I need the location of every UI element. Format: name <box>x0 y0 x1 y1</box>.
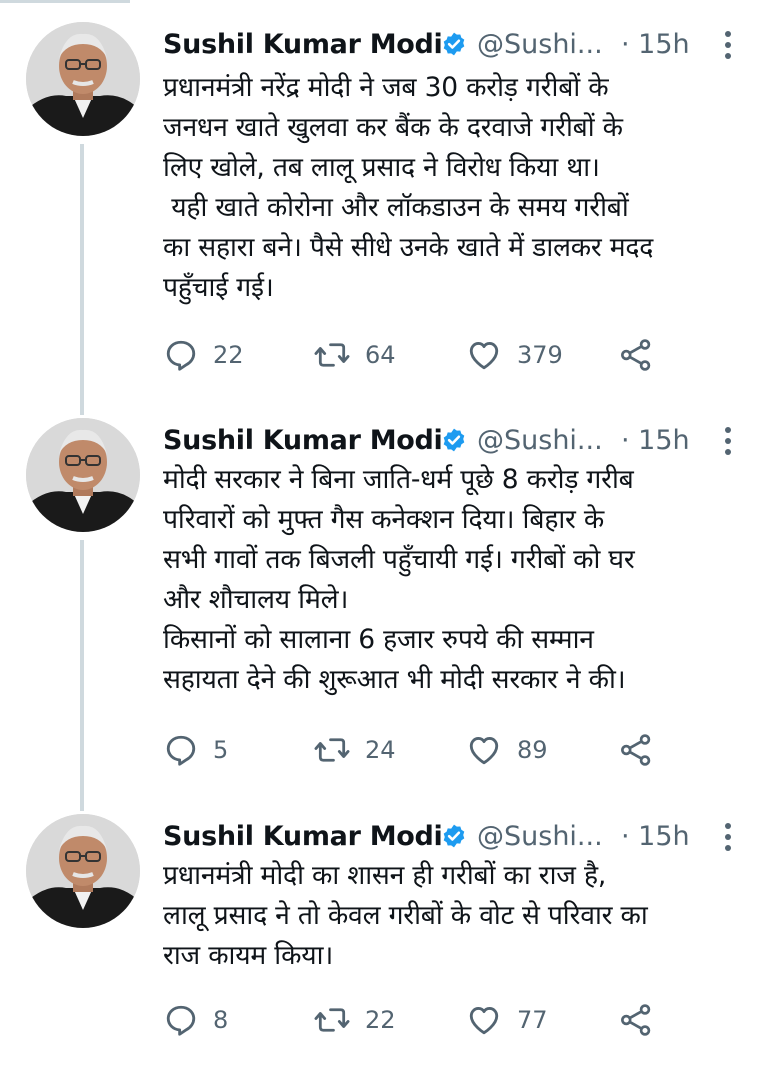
reply-icon <box>166 735 196 766</box>
retweet-button[interactable]: 22 <box>313 1000 396 1040</box>
like-icon <box>469 342 499 370</box>
verified-badge-icon <box>443 428 465 452</box>
thread-line <box>80 144 84 415</box>
thread-connector-top <box>0 0 130 3</box>
author-handle[interactable]: @Sushi... <box>477 418 603 464</box>
more-options-icon[interactable] <box>718 28 738 62</box>
reply-button[interactable]: 22 <box>163 335 244 375</box>
share-icon <box>621 1004 651 1036</box>
retweet-icon <box>314 1008 350 1032</box>
retweet-count: 64 <box>365 341 396 369</box>
reply-button[interactable]: 8 <box>163 1000 228 1040</box>
retweet-count: 24 <box>365 736 396 764</box>
avatar[interactable] <box>26 418 140 532</box>
retweet-count: 22 <box>365 1006 396 1034</box>
like-icon <box>469 737 499 765</box>
like-count: 77 <box>517 1006 548 1034</box>
more-options-icon[interactable] <box>718 424 738 458</box>
tweet-text: प्रधानमंत्री मोदी का शासन ही गरीबों का र… <box>163 860 648 971</box>
timestamp[interactable]: · 15h <box>621 22 690 68</box>
timestamp[interactable]: · 15h <box>621 418 690 464</box>
timestamp[interactable]: · 15h <box>621 814 690 860</box>
author-handle[interactable]: @Sushi... <box>477 22 603 68</box>
share-icon <box>621 339 651 371</box>
reply-count: 5 <box>213 736 229 764</box>
like-count: 379 <box>517 341 563 369</box>
tweet-text: मोदी सरकार ने बिना जाति-धर्म पूछे 8 करोड… <box>163 464 635 695</box>
like-button[interactable]: 77 <box>465 1000 548 1040</box>
reply-icon <box>166 1005 196 1036</box>
reply-icon <box>166 340 196 371</box>
author-name[interactable]: Sushil Kumar Modi <box>163 418 443 464</box>
reply-count: 8 <box>213 1006 229 1034</box>
tweet-text: प्रधानमंत्री नरेंद्र मोदी ने जब 30 करोड़… <box>163 72 654 303</box>
reply-button[interactable]: 5 <box>163 730 228 770</box>
share-button[interactable] <box>618 335 654 375</box>
author-handle[interactable]: @Sushi... <box>477 814 603 860</box>
retweet-icon <box>314 343 350 367</box>
author-name[interactable]: Sushil Kumar Modi <box>163 814 443 860</box>
share-icon <box>621 734 651 766</box>
like-count: 89 <box>517 736 548 764</box>
verified-badge-icon <box>443 824 465 848</box>
like-icon <box>469 1007 499 1035</box>
like-button[interactable]: 89 <box>465 730 548 770</box>
retweet-icon <box>314 738 350 762</box>
retweet-button[interactable]: 64 <box>313 335 396 375</box>
avatar[interactable] <box>26 814 140 928</box>
author-name[interactable]: Sushil Kumar Modi <box>163 22 443 68</box>
verified-badge-icon <box>443 32 465 56</box>
more-options-icon[interactable] <box>718 820 738 854</box>
reply-count: 22 <box>213 341 244 369</box>
share-button[interactable] <box>618 1000 654 1040</box>
share-button[interactable] <box>618 730 654 770</box>
thread-line <box>80 540 84 811</box>
avatar[interactable] <box>26 22 140 136</box>
retweet-button[interactable]: 24 <box>313 730 396 770</box>
like-button[interactable]: 379 <box>465 335 563 375</box>
